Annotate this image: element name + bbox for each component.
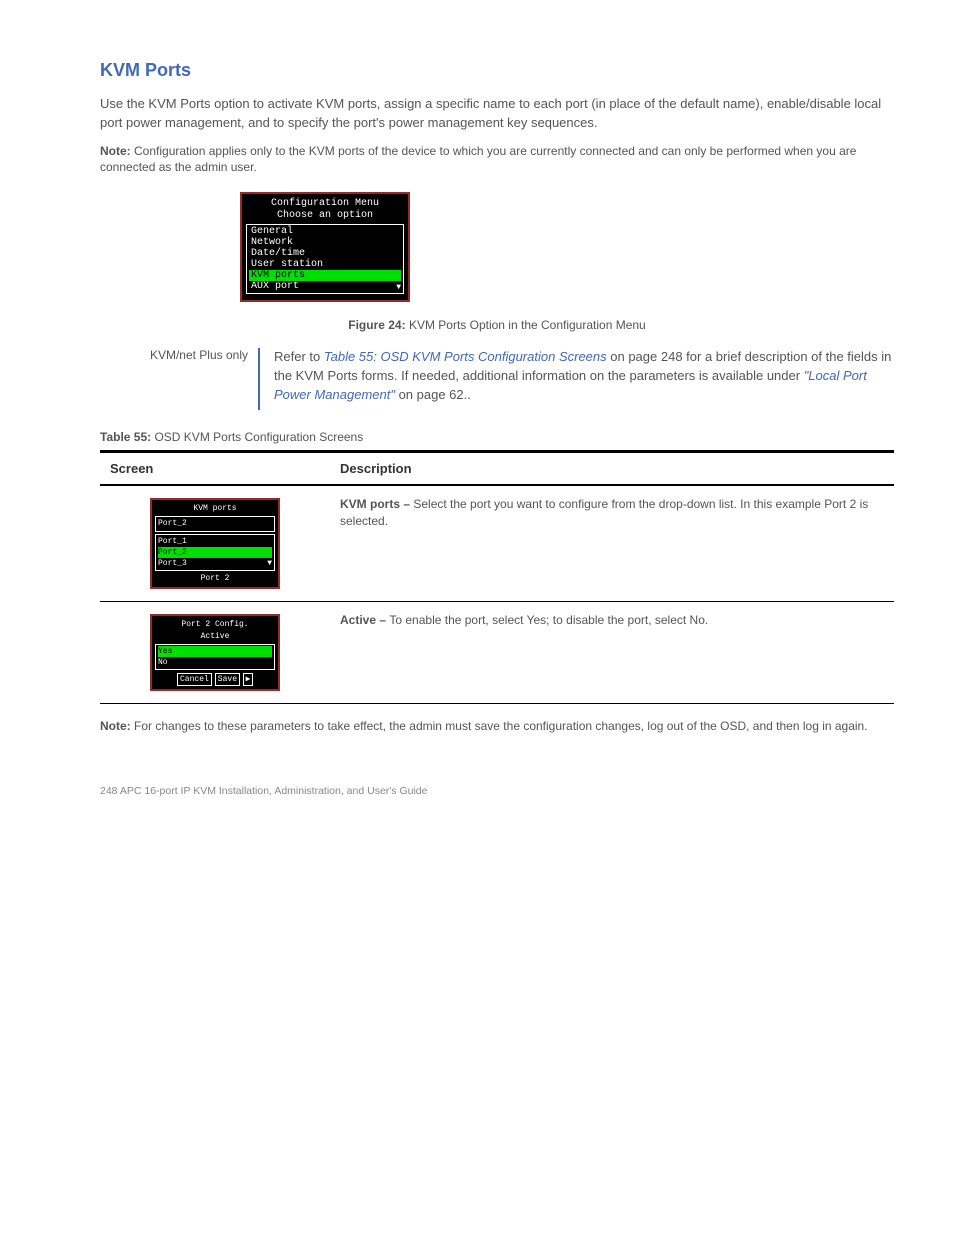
desc-prefix: Active –: [340, 613, 389, 627]
margin-note: KVM/net Plus only: [100, 348, 260, 410]
scroll-down-icon[interactable]: ▼: [396, 283, 401, 292]
config-menu-figure: Configuration Menu Choose an option Gene…: [240, 192, 894, 302]
osd-item-userstation[interactable]: User station: [249, 259, 401, 270]
osd-title-line1: Configuration Menu: [246, 198, 404, 210]
mini-item[interactable]: Port_2: [158, 547, 272, 558]
scroll-down-icon[interactable]: ▼: [267, 558, 272, 569]
desc-text: To enable the port, select Yes; to disab…: [389, 613, 708, 627]
figure-number: Figure 24:: [348, 318, 409, 332]
mini-title-line2: Active: [155, 631, 275, 642]
osd-configuration-menu: Configuration Menu Choose an option Gene…: [240, 192, 410, 302]
desc-prefix: KVM ports –: [340, 497, 413, 511]
mini-item-yes[interactable]: Yes: [158, 646, 272, 657]
col-header-screen: Screen: [100, 452, 330, 486]
ref-link-table[interactable]: Table 55: OSD KVM Ports Configuration Sc…: [324, 349, 607, 364]
mini-item[interactable]: Port_1: [158, 536, 272, 547]
mini-title: KVM ports: [155, 503, 275, 514]
desc-text: Select the port you want to configure fr…: [340, 497, 868, 528]
table-row: Port 2 Config. Active Yes No Cancel Save…: [100, 602, 894, 704]
section-heading: KVM Ports: [100, 60, 894, 81]
osd-menu-list[interactable]: General Network Date/time User station K…: [246, 224, 404, 294]
table-title: OSD KVM Ports Configuration Screens: [154, 430, 363, 444]
row-description: KVM ports – Select the port you want to …: [330, 485, 894, 602]
note-paragraph: Note: Configuration applies only to the …: [100, 143, 894, 177]
ref-page2: on page 62.: [395, 387, 467, 402]
table-row: KVM ports Port_2 Port_1 Port_2 Port_3 ▼ …: [100, 485, 894, 602]
mini-selected-box[interactable]: Port_2: [155, 516, 275, 531]
ref-page: on page 248: [607, 349, 683, 364]
osd-item-datetime[interactable]: Date/time: [249, 248, 401, 259]
margin-brand: KVM/net Plus only: [100, 348, 248, 362]
next-arrow-icon[interactable]: ▶: [243, 673, 253, 686]
row-description: Active – To enable the port, select Yes;…: [330, 602, 894, 704]
mini-item[interactable]: Port_3: [158, 558, 272, 569]
osd-item-auxport[interactable]: AUX port: [249, 281, 401, 292]
mini-title-line1: Port 2 Config.: [155, 619, 275, 630]
osd-item-kvmports[interactable]: KVM ports: [249, 270, 401, 281]
osd-port-config-screen: Port 2 Config. Active Yes No Cancel Save…: [150, 614, 280, 691]
reference-paragraph: Refer to Table 55: OSD KVM Ports Configu…: [274, 348, 894, 405]
kvm-ports-table: Screen Description KVM ports Port_2 Port…: [100, 450, 894, 704]
osd-item-general[interactable]: General: [249, 226, 401, 237]
ref-prefix: Refer to: [274, 349, 324, 364]
table-number: Table 55:: [100, 430, 154, 444]
mini-footer: Port 2: [155, 573, 275, 584]
figure-title: KVM Ports Option in the Configuration Me…: [409, 318, 646, 332]
intro-paragraph: Use the KVM Ports option to activate KVM…: [100, 95, 894, 133]
cancel-button[interactable]: Cancel: [177, 673, 212, 686]
note-label: Note:: [100, 144, 131, 158]
col-header-description: Description: [330, 452, 894, 486]
osd-kvmports-screen: KVM ports Port_2 Port_1 Port_2 Port_3 ▼ …: [150, 498, 280, 589]
footnote-label: Note:: [100, 719, 131, 733]
osd-title-line2: Choose an option: [246, 210, 404, 222]
figure-caption: Figure 24: KVM Ports Option in the Confi…: [100, 318, 894, 332]
mini-item-no[interactable]: No: [158, 657, 272, 668]
note-text: Configuration applies only to the KVM po…: [100, 144, 856, 175]
footer-note: Note: For changes to these parameters to…: [100, 718, 894, 735]
osd-item-network[interactable]: Network: [249, 237, 401, 248]
table-caption: Table 55: OSD KVM Ports Configuration Sc…: [100, 430, 894, 444]
mini-port-list[interactable]: Port_1 Port_2 Port_3 ▼: [155, 534, 275, 572]
mini-active-list[interactable]: Yes No: [155, 644, 275, 670]
footnote-text: For changes to these parameters to take …: [131, 719, 868, 733]
page-footer-left: 248 APC 16-port IP KVM Installation, Adm…: [100, 785, 427, 797]
save-button[interactable]: Save: [215, 673, 240, 686]
